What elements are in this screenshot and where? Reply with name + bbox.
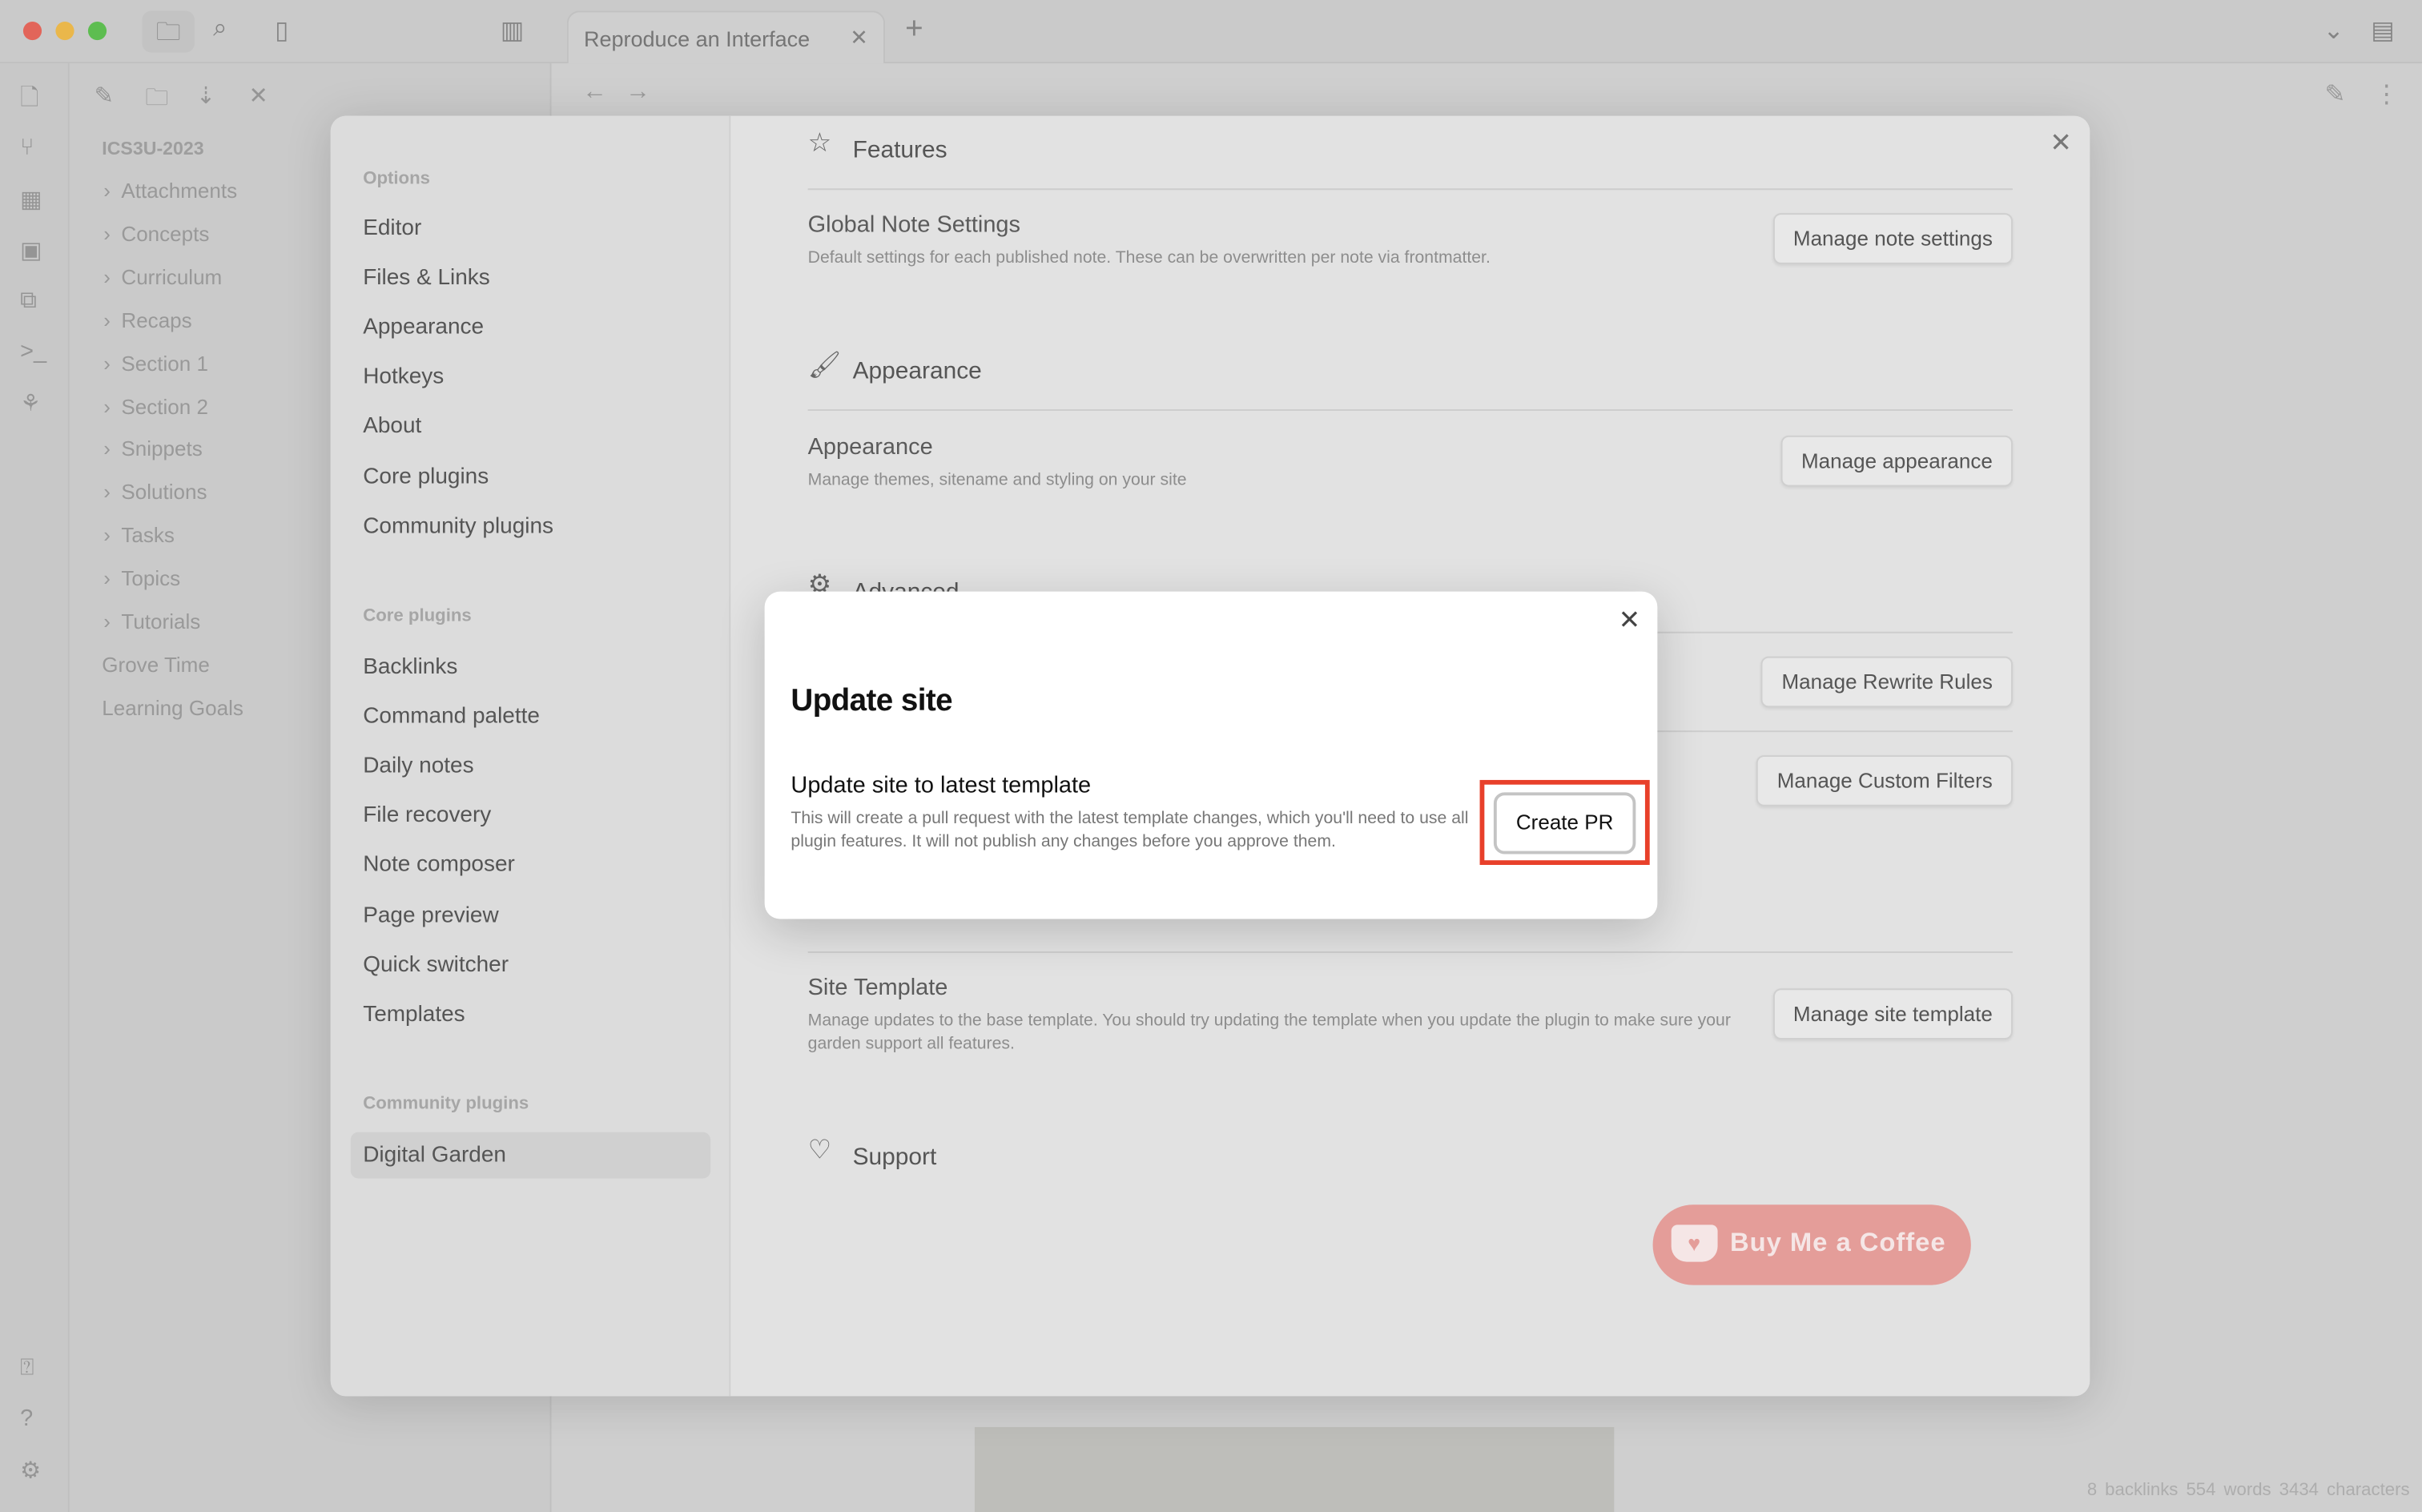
manage-note-settings-button[interactable]: Manage note settings <box>1772 213 2013 264</box>
nav-header-options: Options <box>363 170 431 189</box>
dialog-title: Update site <box>791 684 952 718</box>
nav-item[interactable]: Note composer <box>363 853 515 878</box>
nav-item[interactable]: Hotkeys <box>363 365 444 390</box>
nav-item[interactable]: Backlinks <box>363 655 457 680</box>
nav-item[interactable]: Daily notes <box>363 754 473 779</box>
nav-item[interactable]: Appearance <box>363 316 484 340</box>
divider <box>807 951 2013 953</box>
nav-item[interactable]: Command palette <box>363 705 540 730</box>
manage-rewrite-rules-button[interactable]: Manage Rewrite Rules <box>1761 656 2013 708</box>
heart-icon: ♡ <box>807 1135 832 1165</box>
manage-custom-filters-button[interactable]: Manage Custom Filters <box>1756 755 2013 806</box>
nav-item[interactable]: About <box>363 415 421 440</box>
nav-header-core-plugins: Core plugins <box>363 606 472 626</box>
settings-nav: Options Editor Files & Links Appearance Hotk… <box>330 115 731 1397</box>
manage-site-template-button[interactable]: Manage site template <box>1772 988 2013 1040</box>
section-support: Support <box>852 1144 937 1171</box>
setting-description: Manage updates to the base template. You… <box>807 1011 1731 1054</box>
nav-item[interactable]: Core plugins <box>363 464 489 489</box>
nav-item[interactable]: Files & Links <box>363 266 490 291</box>
setting-name: Site Template <box>807 974 948 1001</box>
nav-item-digital-garden[interactable]: Digital Garden <box>363 1143 506 1168</box>
nav-item[interactable]: Quick switcher <box>363 952 509 977</box>
create-pr-button[interactable]: Create PR <box>1493 792 1636 855</box>
divider <box>807 409 2013 411</box>
buy-me-a-coffee-label: Buy Me a Coffee <box>1729 1228 1946 1257</box>
nav-item[interactable]: Templates <box>363 1002 465 1027</box>
setting-name: Appearance <box>807 433 933 460</box>
divider <box>807 188 2013 191</box>
manage-appearance-button[interactable]: Manage appearance <box>1780 435 2013 487</box>
brush-icon: 🖌 <box>807 350 842 380</box>
nav-item[interactable]: Page preview <box>363 903 498 927</box>
setting-name: Global Note Settings <box>807 211 1020 238</box>
app-window: 🗀 ⌕ ▯ ▥ Reproduce an Interface ✕ + ⌄ ▤ 🗋… <box>0 0 2422 1512</box>
nav-item[interactable]: File recovery <box>363 803 491 828</box>
setting-description: Default settings for each published note… <box>807 248 1491 267</box>
nav-item[interactable]: Community plugins <box>363 513 553 538</box>
update-site-dialog: ✕ Update site Update site to latest temp… <box>764 591 1658 919</box>
setting-description: This will create a pull request with the… <box>791 809 1469 850</box>
setting-description: Manage themes, sitename and styling on y… <box>807 471 1187 490</box>
coffee-cup-icon: ♥ <box>1671 1224 1718 1262</box>
setting-name: Update site to latest template <box>791 772 1092 799</box>
nav-header-community-plugins: Community plugins <box>363 1095 529 1114</box>
buy-me-a-coffee-button[interactable]: ♥ Buy Me a Coffee <box>1652 1204 1971 1285</box>
section-features: Features <box>852 137 947 164</box>
dialog-close-icon[interactable]: ✕ <box>1619 605 1640 637</box>
nav-item[interactable]: Editor <box>363 216 421 241</box>
star-icon: ☆ <box>807 128 832 158</box>
section-appearance: Appearance <box>852 358 982 385</box>
